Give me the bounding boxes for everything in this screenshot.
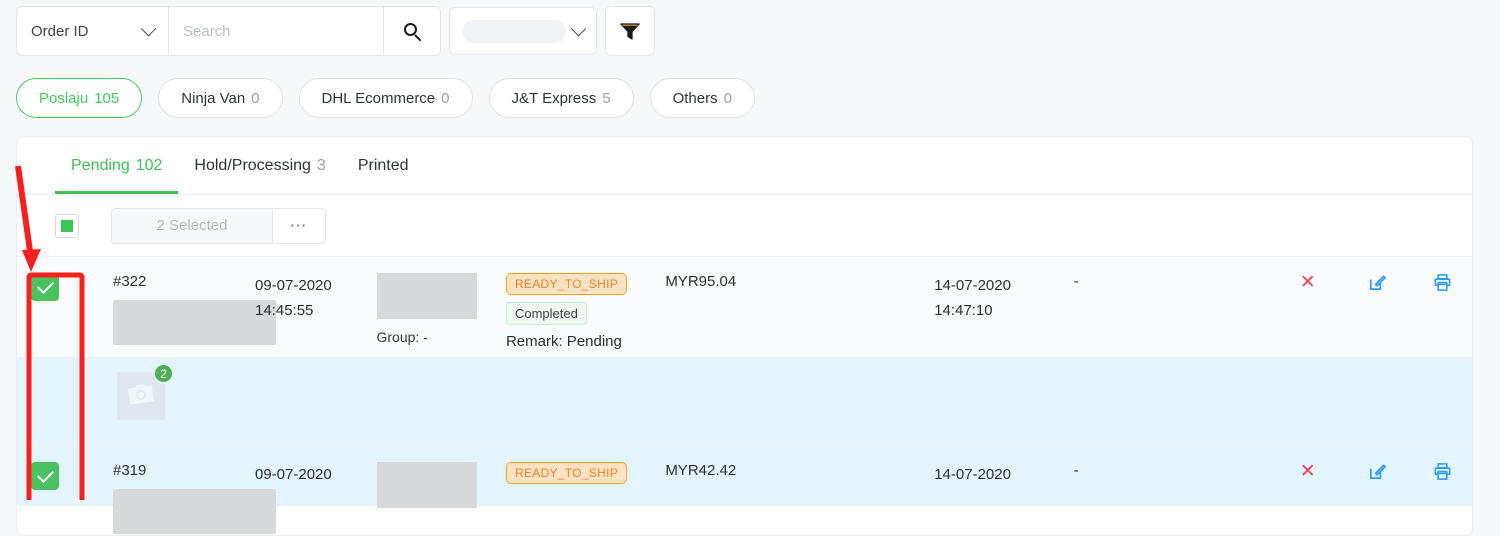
check-icon: [36, 465, 54, 483]
row-checkbox-cell: [17, 462, 59, 490]
search-field-select[interactable]: Order ID: [17, 7, 169, 55]
more-actions-button[interactable]: ⋯: [272, 207, 326, 244]
search-combo: Order ID: [16, 6, 441, 56]
group-label: Group: -: [376, 329, 428, 345]
chevron-down-icon: [140, 20, 157, 36]
extra-cell: -: [1073, 462, 1079, 479]
printer-icon[interactable]: [1433, 273, 1452, 292]
group-thumb-redacted: [376, 273, 477, 319]
bulk-actions-group: 2 Selected ⋯: [111, 207, 326, 244]
status-cell: READY_TO_SHIP Completed Remark: Pending: [505, 273, 665, 350]
order-id-cell: #319: [55, 462, 276, 534]
edit-pencil-icon[interactable]: [1368, 273, 1387, 292]
order-date-cell: 09-07-2020 14:45:55: [255, 273, 377, 323]
order-status-tabs: Pending 102 Hold/Processing 3 Printed: [17, 137, 1472, 195]
order-id-cell: #322: [55, 273, 276, 345]
check-icon: [36, 276, 54, 294]
sla-time: 14:47:10: [934, 302, 993, 319]
courier-pill-poslaju[interactable]: Poslaju 105: [16, 78, 143, 118]
payment-status-badge: Completed: [505, 302, 587, 325]
courier-pill-count: 105: [94, 89, 120, 107]
courier-pill-count: 5: [602, 89, 611, 107]
courier-pill-count: 0: [441, 89, 450, 107]
item-quantity-badge: 2: [153, 363, 174, 384]
courier-pill-dhl-ecommerce[interactable]: DHL Ecommerce 0: [298, 78, 473, 118]
status-cell: READY_TO_SHIP: [505, 462, 665, 484]
courier-pill-count: 0: [723, 89, 732, 107]
tab-hold-processing[interactable]: Hold/Processing 3: [178, 137, 341, 194]
remark-text: Remark: Pending: [505, 333, 622, 350]
courier-pill-label: Others: [672, 89, 718, 107]
edit-pencil-icon[interactable]: [1368, 462, 1387, 481]
print-cell: [1412, 462, 1472, 481]
expanded-items-row: 2: [17, 358, 1472, 446]
cancel-cell: ✕: [1273, 273, 1343, 292]
chevron-down-icon: [570, 20, 587, 36]
group-cell: [376, 462, 506, 508]
row-checkbox-cell: [17, 273, 59, 301]
order-id: #319: [113, 462, 147, 479]
print-cell: [1412, 273, 1472, 292]
order-date-cell: 09-07-2020: [255, 462, 377, 487]
search-icon: [403, 22, 421, 41]
courier-pill-label: DHL Ecommerce: [321, 89, 436, 107]
courier-pill-ninja-van[interactable]: Ninja Van 0: [158, 78, 283, 118]
search-input[interactable]: [169, 7, 383, 55]
amount-cell: MYR42.42: [665, 462, 737, 479]
group-thumb-redacted: [376, 462, 477, 508]
group-cell: Group: -: [376, 273, 506, 345]
courier-pill-label: Ninja Van: [181, 89, 246, 107]
sla-date: 14-07-2020: [934, 466, 1011, 483]
courier-pill-label: Poslaju: [39, 89, 89, 107]
secondary-filter-select[interactable]: [449, 7, 597, 55]
extra-cell: -: [1073, 273, 1079, 290]
sla-cell: 14-07-2020 14:47:10: [934, 273, 1073, 323]
orders-card: Pending 102 Hold/Processing 3 Printed 2 …: [16, 136, 1473, 536]
sla-date: 14-07-2020: [934, 277, 1011, 294]
courier-pill-others[interactable]: Others 0: [649, 78, 755, 118]
table-row[interactable]: #322 09-07-2020 14:45:55 Group: - READY_…: [17, 257, 1472, 358]
tab-label: Pending: [71, 156, 130, 174]
tab-label: Hold/Processing: [194, 156, 311, 174]
filter-button[interactable]: [605, 6, 655, 56]
edit-cell: [1343, 273, 1413, 292]
selection-toolbar: 2 Selected ⋯: [17, 195, 1472, 257]
table-row[interactable]: #319 09-07-2020 READY_TO_SHIP MYR42.42 1…: [17, 446, 1472, 534]
tab-printed[interactable]: Printed: [342, 137, 431, 194]
tab-pending[interactable]: Pending 102: [55, 137, 179, 194]
amount-cell: MYR95.04: [665, 273, 737, 290]
product-thumbnail-wrap[interactable]: 2: [117, 363, 174, 420]
courier-filter-pills: Poslaju 105 Ninja Van 0 DHL Ecommerce 0 …: [16, 78, 755, 118]
tab-count: 3: [316, 156, 326, 174]
order-date: 09-07-2020: [255, 466, 332, 483]
funnel-filter-icon: [620, 22, 640, 40]
courier-pill-label: J&T Express: [511, 89, 597, 107]
cancel-cell: ✕: [1273, 462, 1343, 481]
status-badge: READY_TO_SHIP: [505, 273, 628, 295]
close-x-icon[interactable]: ✕: [1300, 273, 1316, 292]
tab-label: Printed: [357, 156, 409, 174]
courier-pill-count: 0: [251, 89, 260, 107]
secondary-filter-placeholder: [462, 19, 566, 43]
tab-count: 102: [135, 156, 163, 174]
close-x-icon[interactable]: ✕: [1300, 462, 1316, 481]
search-toolbar: Order ID: [16, 6, 655, 56]
edit-cell: [1343, 462, 1413, 481]
printer-icon[interactable]: [1433, 462, 1452, 481]
indeterminate-checkbox-icon: [61, 219, 73, 232]
search-field-label: Order ID: [31, 22, 89, 40]
courier-pill-jnt-express[interactable]: J&T Express 5: [488, 78, 634, 118]
customer-name-redacted: [113, 489, 276, 534]
selected-count-button[interactable]: 2 Selected: [111, 207, 272, 244]
select-all-checkbox[interactable]: [55, 213, 79, 238]
customer-name-redacted: [113, 300, 276, 345]
order-date: 09-07-2020: [255, 277, 332, 294]
search-button[interactable]: [383, 7, 440, 55]
status-badge: READY_TO_SHIP: [505, 462, 628, 484]
order-id: #322: [113, 273, 147, 290]
order-time: 14:45:55: [255, 302, 314, 319]
sla-cell: 14-07-2020: [934, 462, 1073, 487]
